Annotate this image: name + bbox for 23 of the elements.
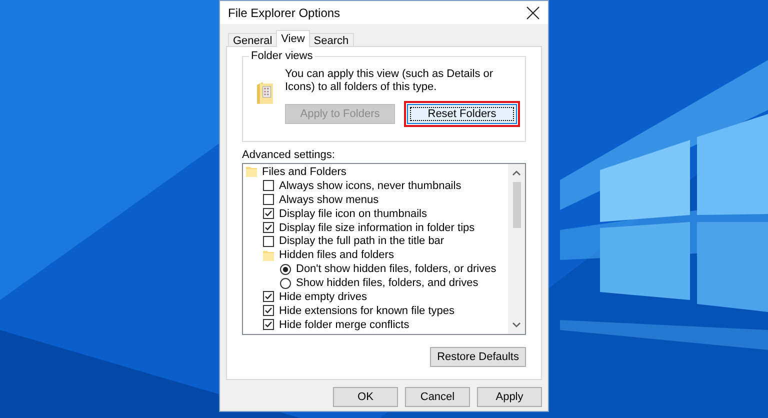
group-title: Folder views bbox=[249, 50, 315, 62]
option-label: Hide extensions for known file types bbox=[279, 304, 454, 317]
description-text: You can apply this view (such as Details or Icons) to all folders of this type. bbox=[285, 68, 494, 94]
option-label: Don't show hidden files, folders, or drives bbox=[296, 263, 496, 276]
category-label: Files and Folders bbox=[262, 166, 346, 178]
option-label: Always show icons, never thumbnails bbox=[279, 180, 462, 192]
option-label: Hide folder merge conflicts bbox=[279, 318, 410, 331]
option-label: Always show menus bbox=[279, 194, 379, 206]
option-label: Hide empty drives bbox=[279, 290, 368, 303]
tab[interactable]: General bbox=[228, 33, 278, 47]
tab[interactable]: View bbox=[276, 30, 310, 47]
dialog-button[interactable]: OK bbox=[333, 387, 398, 407]
dialog-button[interactable]: Cancel bbox=[405, 387, 470, 407]
section-label: Advanced settings: bbox=[242, 149, 336, 161]
window-title: File Explorer Options bbox=[228, 6, 340, 20]
option-label: Display file icon on thumbnails bbox=[279, 208, 427, 220]
option-label: Show hidden files, folders, and drives bbox=[296, 277, 478, 290]
reset-folders-button[interactable]: Reset Folders bbox=[407, 104, 517, 124]
restore-defaults-button[interactable]: Restore Defaults bbox=[430, 347, 526, 367]
option-label: Display file size information in folder tips bbox=[279, 222, 475, 234]
dialog-button[interactable]: Apply bbox=[477, 387, 542, 407]
option-label: Display the full path in the title bar bbox=[279, 235, 444, 248]
category-label: Hidden files and folders bbox=[279, 249, 394, 262]
